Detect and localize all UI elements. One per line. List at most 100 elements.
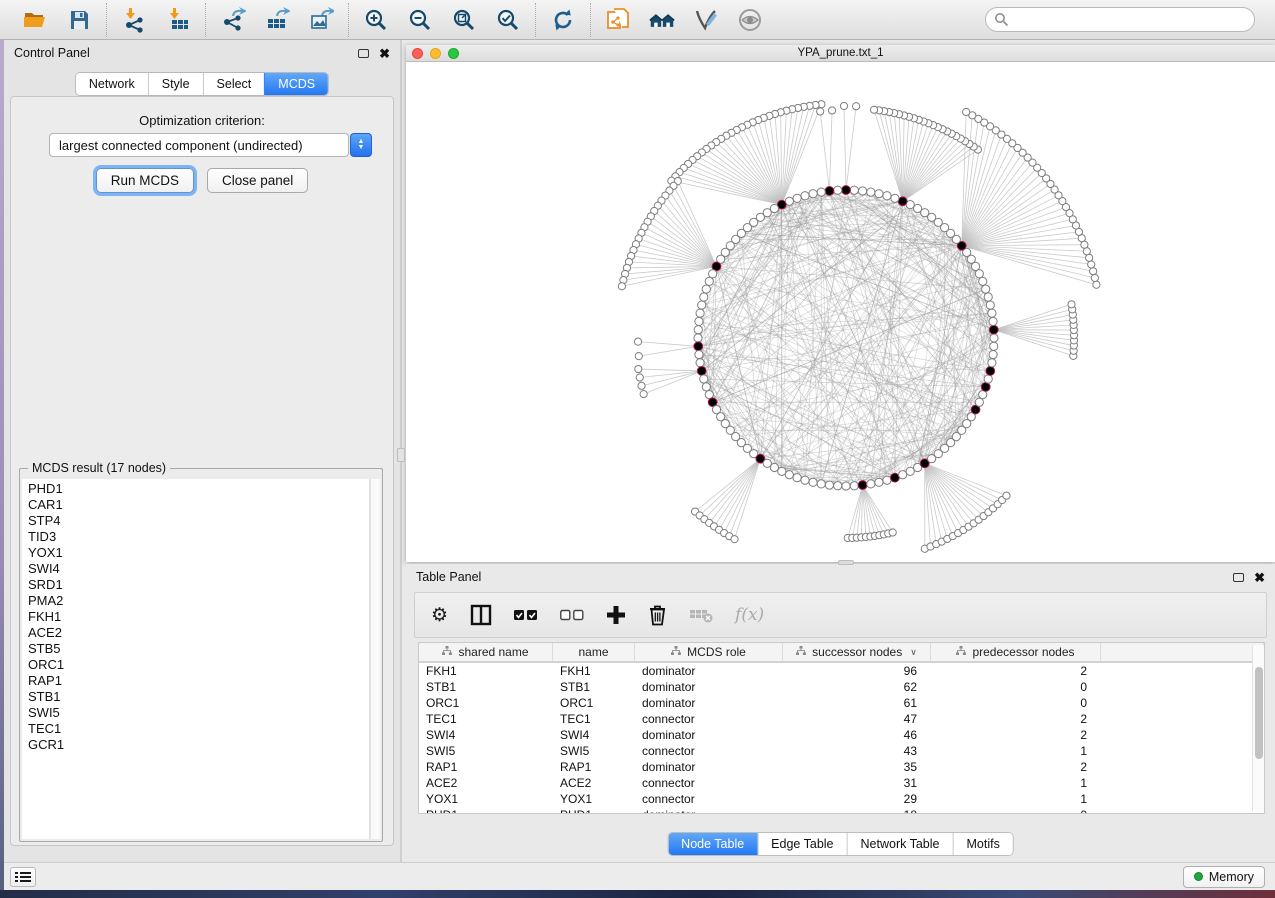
- zoom-selected-icon[interactable]: [495, 7, 521, 33]
- mcds-list-scrollbar[interactable]: [370, 479, 380, 839]
- mcds-result-item[interactable]: SWI4: [28, 561, 369, 577]
- column-header-mcds-role[interactable]: MCDS role: [635, 643, 783, 661]
- tab-mcds[interactable]: MCDS: [264, 73, 328, 95]
- close-panel-icon[interactable]: ✖: [379, 47, 390, 60]
- table-cell: ORC1: [553, 695, 635, 711]
- mcds-result-item[interactable]: ORC1: [28, 657, 369, 673]
- zoom-fit-icon[interactable]: [451, 7, 477, 33]
- column-label: successor nodes: [812, 645, 902, 659]
- tab-edge-table[interactable]: Edge Table: [757, 833, 846, 855]
- network-canvas[interactable]: [406, 62, 1275, 562]
- zoom-out-icon[interactable]: [407, 7, 433, 33]
- table-cell: TEC1: [553, 711, 635, 727]
- select-all-icon[interactable]: [514, 603, 538, 627]
- column-label: predecessor nodes: [972, 645, 1074, 659]
- import-table-icon[interactable]: [165, 7, 191, 33]
- node-table-header: shared namenameMCDS rolesuccessor nodes∨…: [419, 643, 1264, 663]
- tab-network-table[interactable]: Network Table: [847, 833, 953, 855]
- mcds-result-item[interactable]: YOX1: [28, 545, 369, 561]
- column-header-name[interactable]: name: [553, 643, 635, 661]
- mcds-result-item[interactable]: FKH1: [28, 609, 369, 625]
- table-cell: ACE2: [419, 775, 553, 791]
- node-table-body: FKH1FKH1dominator962STB1STB1dominator620…: [419, 663, 1264, 814]
- column-header-predecessor-nodes[interactable]: predecessor nodes: [931, 643, 1101, 661]
- network-graph-svg[interactable]: [406, 62, 1275, 562]
- houses-icon[interactable]: [649, 7, 675, 33]
- export-image-icon[interactable]: [308, 7, 334, 33]
- table-scrollbar[interactable]: [1252, 645, 1264, 811]
- table-cell: 18: [783, 807, 931, 814]
- table-row[interactable]: SWI4SWI4dominator462: [419, 727, 1264, 743]
- refresh-icon[interactable]: [550, 7, 576, 33]
- table-row[interactable]: ORC1ORC1dominator610: [419, 695, 1264, 711]
- float-table-panel-icon[interactable]: [1233, 573, 1244, 582]
- horizontal-splitter-handle[interactable]: [838, 560, 854, 565]
- mcds-result-item[interactable]: STB5: [28, 641, 369, 657]
- zoom-in-icon[interactable]: [363, 7, 389, 33]
- table-row[interactable]: STB1STB1dominator620: [419, 679, 1264, 695]
- tab-select[interactable]: Select: [203, 73, 265, 95]
- mcds-result-item[interactable]: SRD1: [28, 577, 369, 593]
- add-column-icon[interactable]: [606, 603, 626, 627]
- table-cell: SWI5: [419, 743, 553, 759]
- mcds-result-item[interactable]: PMA2: [28, 593, 369, 609]
- show-columns-icon[interactable]: [470, 603, 492, 627]
- table-row[interactable]: ACE2ACE2connector311: [419, 775, 1264, 791]
- table-cell: FKH1: [553, 663, 635, 679]
- table-cell: 62: [783, 679, 931, 695]
- mcds-result-group: MCDS result (17 nodes) PHD1CAR1STP4TID3Y…: [19, 468, 383, 842]
- gear-icon[interactable]: ⚙: [431, 603, 448, 627]
- search-input[interactable]: [985, 7, 1255, 32]
- delete-column-icon[interactable]: [648, 603, 667, 627]
- save-icon[interactable]: [66, 7, 92, 33]
- mcds-result-item[interactable]: TID3: [28, 529, 369, 545]
- run-mcds-button[interactable]: Run MCDS: [96, 168, 194, 193]
- criterion-dropdown[interactable]: largest connected component (undirected)…: [49, 133, 349, 157]
- table-cell: YOX1: [553, 791, 635, 807]
- mcds-result-item[interactable]: PHD1: [28, 481, 369, 497]
- dropdown-stepper-icon: ▲▼: [350, 133, 372, 157]
- tab-node-table[interactable]: Node Table: [668, 833, 757, 855]
- mcds-result-item[interactable]: TEC1: [28, 721, 369, 737]
- table-row[interactable]: RAP1RAP1dominator352: [419, 759, 1264, 775]
- open-folder-icon[interactable]: [22, 7, 48, 33]
- export-table-icon[interactable]: [264, 7, 290, 33]
- import-network-icon[interactable]: [121, 7, 147, 33]
- mcds-result-list[interactable]: PHD1CAR1STP4TID3YOX1SWI4SRD1PMA2FKH1ACE2…: [22, 479, 370, 839]
- column-header-successor-nodes[interactable]: successor nodes∨: [783, 643, 931, 661]
- marker-icon[interactable]: [693, 7, 719, 33]
- mcds-result-item[interactable]: CAR1: [28, 497, 369, 513]
- mcds-result-item[interactable]: STP4: [28, 513, 369, 529]
- eye-icon[interactable]: [737, 7, 763, 33]
- column-header-shared-name[interactable]: shared name: [419, 643, 553, 661]
- tab-network[interactable]: Network: [76, 73, 148, 95]
- table-cell: 0: [931, 807, 1101, 814]
- close-table-panel-icon[interactable]: ✖: [1254, 571, 1265, 584]
- export-network-icon[interactable]: [220, 7, 246, 33]
- table-row[interactable]: TEC1TEC1connector472: [419, 711, 1264, 727]
- table-row[interactable]: PHD1PHD1dominator180: [419, 807, 1264, 814]
- function-builder-icon: f(x): [735, 603, 764, 627]
- table-cell: dominator: [635, 759, 783, 775]
- float-panel-icon[interactable]: [358, 49, 369, 58]
- table-row[interactable]: SWI5SWI5connector431: [419, 743, 1264, 759]
- export-group: [205, 3, 348, 37]
- memory-button[interactable]: Memory: [1183, 866, 1265, 888]
- mcds-result-item[interactable]: ACE2: [28, 625, 369, 641]
- mcds-result-item[interactable]: SWI5: [28, 705, 369, 721]
- close-panel-button[interactable]: Close panel: [207, 168, 308, 193]
- network-view-titlebar[interactable]: YPA_prune.txt_1: [406, 45, 1275, 62]
- mcds-result-item[interactable]: RAP1: [28, 673, 369, 689]
- clone-network-icon[interactable]: [605, 7, 631, 33]
- mcds-result-item[interactable]: GCR1: [28, 737, 369, 753]
- table-row[interactable]: YOX1YOX1connector291: [419, 791, 1264, 807]
- table-scrollbar-thumb[interactable]: [1255, 667, 1263, 759]
- table-row[interactable]: FKH1FKH1dominator962: [419, 663, 1264, 679]
- tab-style[interactable]: Style: [148, 73, 203, 95]
- task-list-icon[interactable]: [10, 867, 36, 887]
- mcds-result-item[interactable]: STB1: [28, 689, 369, 705]
- deselect-all-icon[interactable]: [560, 603, 584, 627]
- tab-motifs[interactable]: Motifs: [952, 833, 1012, 855]
- table-cell: PHD1: [419, 807, 553, 814]
- vertical-splitter-handle[interactable]: [397, 448, 405, 462]
